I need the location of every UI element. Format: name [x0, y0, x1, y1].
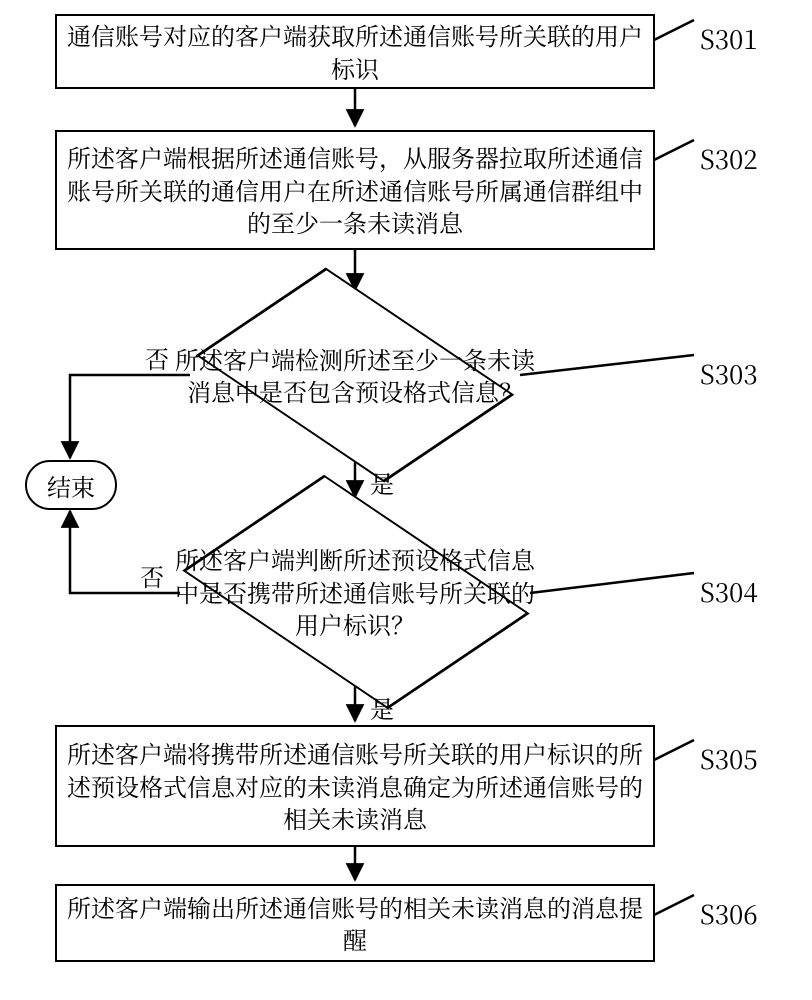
step-s305-code: S305: [700, 740, 758, 777]
step-s306-text: 所述客户端输出所述通信账号的相关未读消息的消息提醒: [67, 891, 643, 956]
step-s305-text: 所述客户端将携带所述通信账号所关联的用户标识的所述预设格式信息对应的未读消息确定…: [67, 737, 643, 834]
step-s302-text: 所述客户端根据所述通信账号，从服务器拉取所述通信账号所关联的通信用户在所述通信账…: [67, 141, 643, 238]
step-s304-code: S304: [700, 573, 758, 610]
edge-s304-no: 否: [140, 558, 164, 593]
decision-s304: 所述客户端判断所述预设格式信息中是否携带所述通信账号所关联的用户标识？: [180, 498, 530, 686]
decision-s304-text: 所述客户端判断所述预设格式信息中是否携带所述通信账号所关联的用户标识？: [175, 512, 535, 672]
step-s305-box: 所述客户端将携带所述通信账号所关联的用户标识的所述预设格式信息对应的未读消息确定…: [55, 725, 655, 847]
step-s306-code: S306: [700, 895, 758, 932]
step-s303-code: S303: [700, 355, 758, 392]
decision-s303: 所述客户端检测所述至少一条未读消息中是否包含预设格式信息？: [190, 290, 520, 460]
decision-s303-text: 所述客户端检测所述至少一条未读消息中是否包含预设格式信息？: [175, 300, 535, 450]
step-s306-box: 所述客户端输出所述通信账号的相关未读消息的消息提醒: [55, 884, 655, 962]
step-s301-box: 通信账号对应的客户端获取所述通信账号所关联的用户标识: [55, 14, 655, 89]
edge-s303-yes: 是: [370, 465, 394, 500]
edge-s303-no: 否: [145, 340, 169, 375]
terminal-end: 结束: [25, 460, 117, 510]
terminal-end-text: 结束: [47, 468, 95, 503]
step-s301-code: S301: [700, 20, 758, 57]
step-s302-code: S302: [700, 140, 758, 177]
step-s302-box: 所述客户端根据所述通信账号，从服务器拉取所述通信账号所关联的通信用户在所述通信账…: [55, 130, 655, 250]
step-s301-text: 通信账号对应的客户端获取所述通信账号所关联的用户标识: [67, 19, 643, 84]
edge-s304-yes: 是: [370, 690, 394, 725]
